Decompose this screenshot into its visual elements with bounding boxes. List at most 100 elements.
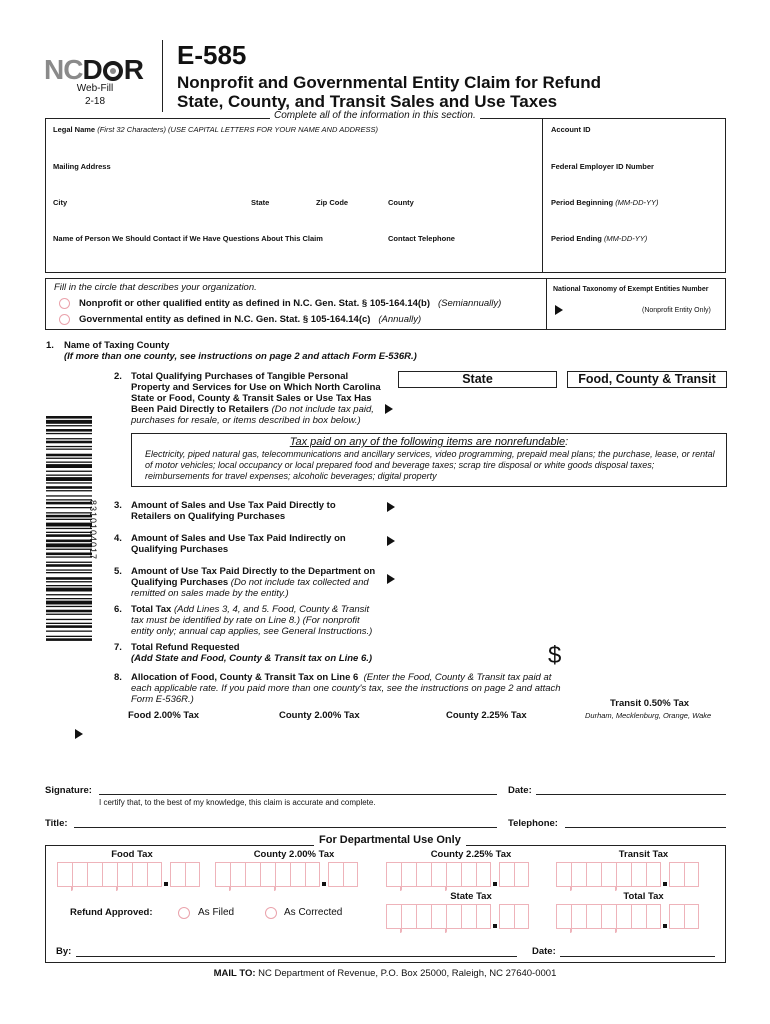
digit-cell[interactable] xyxy=(615,862,631,891)
digit-cell[interactable] xyxy=(556,862,571,887)
digit-cell[interactable] xyxy=(631,904,646,929)
digit-cell[interactable] xyxy=(461,904,476,929)
legal-name-field[interactable] xyxy=(50,134,538,158)
digit-cell[interactable] xyxy=(601,862,616,887)
cents-cell[interactable] xyxy=(328,862,343,887)
alloc-county200-field[interactable] xyxy=(255,724,405,746)
cents-cell[interactable] xyxy=(170,862,185,887)
digit-cell[interactable] xyxy=(416,904,431,929)
form-title-line1: Nonprofit and Governmental Entity Claim … xyxy=(177,73,602,92)
period-begin-field[interactable] xyxy=(548,207,722,231)
city-field[interactable] xyxy=(50,207,245,231)
signature-date-line[interactable] xyxy=(536,794,726,795)
dept-food-tax-entry[interactable] xyxy=(57,862,200,891)
digit-cell[interactable] xyxy=(386,904,401,929)
line5-state-field[interactable] xyxy=(398,566,557,588)
governmental-radio[interactable] xyxy=(59,314,70,325)
digit-cell[interactable] xyxy=(431,904,446,929)
digit-cell[interactable] xyxy=(416,862,431,887)
state-field[interactable] xyxy=(248,207,310,231)
digit-cell[interactable] xyxy=(87,862,102,887)
dept-county225-entry[interactable] xyxy=(386,862,529,891)
digit-cell[interactable] xyxy=(400,904,416,933)
contact-name-field[interactable] xyxy=(50,243,380,269)
digit-cell[interactable] xyxy=(132,862,147,887)
line5-fct-field[interactable] xyxy=(567,566,727,588)
cents-cell[interactable] xyxy=(669,862,684,887)
cents-cell[interactable] xyxy=(669,904,684,929)
zip-field[interactable] xyxy=(313,207,383,231)
cents-cell[interactable] xyxy=(684,904,699,929)
digit-cell[interactable] xyxy=(586,862,601,887)
digit-cell[interactable] xyxy=(290,862,305,887)
digit-cell[interactable] xyxy=(274,862,290,891)
digit-cell[interactable] xyxy=(116,862,132,891)
digit-cell[interactable] xyxy=(646,862,661,887)
fein-field[interactable] xyxy=(548,171,722,195)
title-line[interactable] xyxy=(74,827,497,828)
digit-cell[interactable] xyxy=(556,904,571,929)
cents-cell[interactable] xyxy=(499,904,514,929)
line6-state-field[interactable] xyxy=(398,604,557,628)
cents-cell[interactable] xyxy=(514,904,529,929)
mailing-address-field[interactable] xyxy=(50,171,538,195)
dept-county200-entry[interactable] xyxy=(215,862,358,891)
line4-fct-field[interactable] xyxy=(567,529,727,551)
contact-phone-field[interactable] xyxy=(385,243,537,269)
digit-cell[interactable] xyxy=(570,904,586,933)
digit-cell[interactable] xyxy=(476,862,491,887)
as-filed-radio[interactable] xyxy=(178,907,190,919)
digit-cell[interactable] xyxy=(601,904,616,929)
digit-cell[interactable] xyxy=(147,862,162,887)
digit-cell[interactable] xyxy=(305,862,320,887)
dept-by-line[interactable] xyxy=(76,956,517,957)
line3-fct-field[interactable] xyxy=(567,496,727,518)
nonprofit-radio[interactable] xyxy=(59,298,70,309)
digit-cell[interactable] xyxy=(631,862,646,887)
as-corrected-radio[interactable] xyxy=(265,907,277,919)
alloc-county225-field[interactable] xyxy=(420,724,570,746)
digit-cell[interactable] xyxy=(615,904,631,933)
dept-total-tax-entry[interactable] xyxy=(556,904,699,933)
cents-cell[interactable] xyxy=(684,862,699,887)
line2-fct-field[interactable] xyxy=(567,390,727,414)
digit-cell[interactable] xyxy=(445,862,461,891)
dept-transit-entry[interactable] xyxy=(556,862,699,891)
cents-cell[interactable] xyxy=(185,862,200,887)
digit-cell[interactable] xyxy=(476,904,491,929)
digit-cell[interactable] xyxy=(386,862,401,887)
alloc-food-field[interactable] xyxy=(100,724,240,746)
cents-cell[interactable] xyxy=(514,862,529,887)
account-id-field[interactable] xyxy=(548,134,722,158)
digit-cell[interactable] xyxy=(570,862,586,891)
line4-state-field[interactable] xyxy=(398,529,557,551)
digit-cell[interactable] xyxy=(260,862,275,887)
telephone-line[interactable] xyxy=(565,827,726,828)
digit-cell[interactable] xyxy=(71,862,87,891)
line7-total-field[interactable] xyxy=(567,642,727,666)
digit-cell[interactable] xyxy=(445,904,461,933)
cents-cell[interactable] xyxy=(499,862,514,887)
line6-fct-field[interactable] xyxy=(567,604,727,628)
dept-date-line[interactable] xyxy=(560,956,715,957)
digit-cell[interactable] xyxy=(646,904,661,929)
cents-cell[interactable] xyxy=(343,862,358,887)
digit-cell[interactable] xyxy=(586,904,601,929)
digit-cell[interactable] xyxy=(431,862,446,887)
signature-line[interactable] xyxy=(99,794,497,795)
digit-cell[interactable] xyxy=(229,862,245,891)
county-field[interactable] xyxy=(385,207,537,231)
digit-cell[interactable] xyxy=(461,862,476,887)
ntee-field[interactable] xyxy=(568,298,638,320)
ntee-label: National Taxonomy of Exempt Entities Num… xyxy=(553,286,709,293)
alloc-transit-field[interactable] xyxy=(580,724,727,746)
line2-state-field[interactable] xyxy=(398,390,557,414)
digit-cell[interactable] xyxy=(57,862,72,887)
line3-state-field[interactable] xyxy=(398,496,557,518)
digit-cell[interactable] xyxy=(400,862,416,891)
digit-cell[interactable] xyxy=(245,862,260,887)
period-end-field[interactable] xyxy=(548,243,722,269)
digit-cell[interactable] xyxy=(102,862,117,887)
dept-state-tax-entry[interactable] xyxy=(386,904,529,933)
digit-cell[interactable] xyxy=(215,862,230,887)
